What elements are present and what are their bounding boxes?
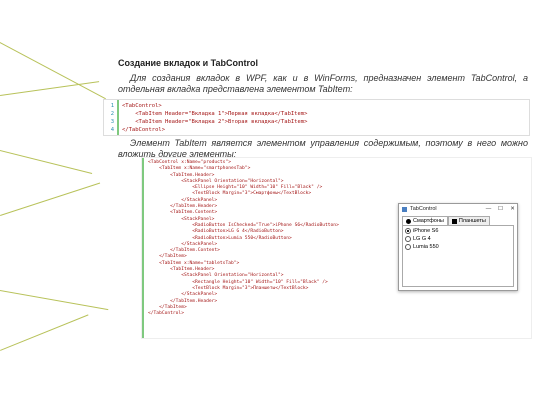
- code-gutter-bar: [117, 100, 119, 135]
- rectangle-icon: [451, 218, 457, 224]
- code-lines: <TabControl> <TabItem Header="Вкладка 1"…: [122, 102, 307, 134]
- radio-label: LG G 4: [413, 236, 431, 242]
- line-numbers: 1234: [110, 103, 114, 133]
- tabcontrol-window: TabControl — ☐ ✕ Смартфоны Планшеты iPho…: [398, 203, 518, 291]
- tab-tablets[interactable]: Планшеты: [447, 216, 490, 225]
- app-icon: [402, 206, 407, 212]
- code-gutter-bar: [142, 158, 144, 338]
- tab-label: Смартфоны: [413, 218, 444, 224]
- code-line: <TabControl>: [122, 103, 162, 109]
- code-line: <Rectangle Height="10" Width="10" Fill="…: [148, 279, 328, 285]
- window-title: TabControl: [410, 206, 437, 212]
- radio-label: iPhone S6: [413, 228, 439, 234]
- close-button[interactable]: ✕: [508, 206, 517, 212]
- radio-iphone[interactable]: iPhone S6: [405, 228, 511, 234]
- radio-unchecked-icon: [405, 244, 411, 250]
- code-line: </TabControl>: [122, 127, 166, 133]
- tab-strip: Смартфоны Планшеты: [402, 216, 490, 225]
- code-line: <TextBlock Margin="3">Смартфоны</TextBlo…: [148, 191, 312, 197]
- window-titlebar: TabControl — ☐ ✕: [399, 204, 517, 214]
- tab-content-panel: iPhone S6 LG G 4 Lumia 550: [402, 225, 514, 287]
- code-line: <TabItem Header="Вкладка 2">Вторая вклад…: [122, 119, 308, 125]
- intro-paragraph: Для создания вкладок в WPF, как и в WinF…: [118, 73, 528, 94]
- tab-smartphones[interactable]: Смартфоны: [402, 216, 448, 225]
- minimize-button[interactable]: —: [484, 206, 493, 212]
- code-lines: <TabControl x:Name="products"> <TabItem …: [148, 160, 339, 317]
- code-line: <TabItem Header="Вкладка 1">Первая вклад…: [122, 111, 308, 117]
- maximize-button[interactable]: ☐: [496, 206, 505, 212]
- radio-checked-icon: [405, 228, 411, 234]
- radio-lg[interactable]: LG G 4: [405, 236, 511, 242]
- tab-label: Планшеты: [458, 218, 486, 224]
- slide-title: Создание вкладок и TabControl: [118, 58, 258, 68]
- ellipse-icon: [406, 218, 411, 224]
- radio-unchecked-icon: [405, 236, 411, 242]
- code-block-1: 1234 <TabControl> <TabItem Header="Вклад…: [103, 99, 530, 136]
- code-line: </TabControl>: [148, 311, 184, 317]
- radio-lumia[interactable]: Lumia 550: [405, 244, 511, 250]
- radio-label: Lumia 550: [413, 244, 439, 250]
